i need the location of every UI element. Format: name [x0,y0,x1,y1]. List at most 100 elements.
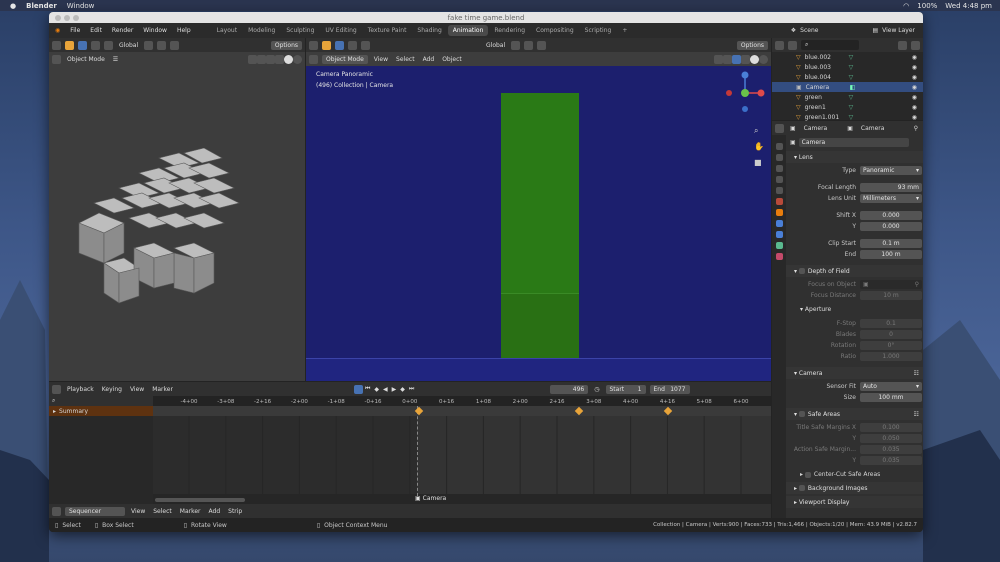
menu-keying[interactable]: Keying [100,386,124,393]
menu-view[interactable]: View [372,56,390,63]
lens-unit-dropdown[interactable]: Millimeters ▾ [860,194,922,203]
outliner-item[interactable]: ▽ green ▽ ◉ [772,92,923,102]
camera-viewport[interactable]: Global Options Object Mode View Select A… [306,38,771,381]
background-images-checkbox[interactable] [798,485,805,491]
visibility-eye-icon[interactable]: ◉ [912,84,917,91]
menu-add[interactable]: Add [421,56,437,63]
select-subtract-icon[interactable] [104,40,113,50]
view-icon[interactable] [714,54,723,64]
new-collection-icon[interactable] [911,40,920,50]
window-menu[interactable]: Window [67,2,95,10]
rotation-field[interactable]: 0° [860,341,922,350]
proportional-icon[interactable] [537,40,547,50]
seq-menu-marker[interactable]: Marker [178,508,203,515]
outliner-item[interactable]: ▽ green1 ▽ ◉ [772,102,923,112]
mesh-data-icon[interactable]: ▽ [849,114,854,121]
seq-menu-select[interactable]: Select [151,508,174,515]
modifiers-tab-icon[interactable] [775,220,783,227]
snap-icon[interactable] [157,40,167,50]
sensor-fit-dropdown[interactable]: Auto ▾ [860,382,922,391]
zoom-icon[interactable]: ⌕ [754,126,758,136]
tab-modeling[interactable]: Modeling [243,25,280,36]
select-tool-icon[interactable] [65,40,74,50]
pin-icon[interactable]: ⚲ [912,125,920,132]
app-menu[interactable]: Blender [26,2,57,10]
minimize-button[interactable] [64,15,70,21]
fstop-field[interactable]: 0.1 [860,319,922,328]
clock-icon[interactable]: ◷ [592,386,601,393]
tab-scripting[interactable]: Scripting [580,25,617,36]
select-extend-icon[interactable] [348,40,357,50]
xray-icon[interactable] [275,54,284,64]
menu-render[interactable]: Render [107,27,138,34]
clock[interactable]: Wed 4:48 pm [945,2,992,10]
render-tab-icon[interactable] [775,154,783,161]
summary-row[interactable]: ▸ Summary [49,406,153,416]
focus-distance-field[interactable]: 10 m [860,291,922,300]
shift-x-field[interactable]: 0.000 [860,211,922,220]
timeline-scrollbar[interactable] [155,498,245,502]
end-frame-field[interactable]: End 1077 [649,384,690,394]
pan-icon[interactable]: ✋ [754,142,764,151]
view-layer-name[interactable]: View Layer [880,27,917,34]
outliner[interactable]: ⌕ ▽ blue.002 ▽ ◉ ▽ blue.003 ▽ ◉ ▽ blue.004 ▽ ◉ ▣ Came… [772,38,923,121]
gizmo-icon[interactable] [257,54,266,64]
orientation-dropdown[interactable]: Global [484,42,507,49]
select-mode-icon[interactable] [335,40,344,50]
outliner-item[interactable]: ▽ blue.003 ▽ ◉ [772,62,923,72]
clip-end-field[interactable]: 100 m [860,250,922,259]
menu-select[interactable]: Select [394,56,417,63]
channel-search[interactable]: ⌕ [49,396,153,406]
current-frame-field[interactable]: 496 [550,384,589,394]
visibility-eye-icon[interactable]: ◉ [912,104,917,111]
camera-presets-icon[interactable]: ☷ [914,370,919,377]
navigation-gizmo[interactable] [721,69,769,117]
scene-tab-icon[interactable] [775,187,783,194]
menu-icon[interactable]: ☰ [111,56,120,63]
title-safe-y-field[interactable]: 0.050 [860,434,922,443]
tool-tab-icon[interactable] [775,143,783,150]
safe-areas-checkbox[interactable] [798,411,805,417]
mesh-data-icon[interactable]: ▽ [849,54,854,61]
safe-areas-presets-icon[interactable]: ☷ [914,411,919,418]
menu-help[interactable]: Help [172,27,196,34]
safe-areas-panel-header[interactable]: ▾ Safe Areas ☷ [786,408,923,420]
proportional-icon[interactable] [170,40,180,50]
camera-data-tab-icon[interactable] [775,242,783,249]
visibility-eye-icon[interactable]: ◉ [912,114,917,121]
menu-edit[interactable]: Edit [85,27,107,34]
focus-object-field[interactable]: ▣ ⚲ [860,280,922,289]
visibility-eye-icon[interactable]: ◉ [912,94,917,101]
seq-menu-add[interactable]: Add [207,508,223,515]
menu-object[interactable]: Object [440,56,464,63]
visibility-eye-icon[interactable]: ◉ [912,54,917,61]
cube-grid-model[interactable] [74,148,274,308]
object-mode-dropdown[interactable]: Object Mode [65,56,107,63]
clip-start-field[interactable]: 0.1 m [860,239,922,248]
scene-name[interactable]: Scene [798,27,820,34]
left-3d-viewport[interactable]: Global Options Object Mode ☰ [49,38,305,381]
pivot-icon[interactable] [511,40,521,50]
visibility-eye-icon[interactable]: ◉ [912,64,917,71]
object-mode-icon[interactable] [52,54,61,64]
next-key-icon[interactable]: ◆ [398,386,407,393]
camera-marker[interactable]: ▣ Camera [415,495,446,502]
size-field[interactable]: 100 mm [860,393,922,402]
texture-tab-icon[interactable] [775,253,783,260]
tab-compositing[interactable]: Compositing [531,25,579,36]
select-tool-icon[interactable] [322,40,331,50]
menu-window[interactable]: Window [138,27,172,34]
viewport-display-panel[interactable]: ▸ Viewport Display [786,496,923,508]
timeline-editor-type-icon[interactable] [52,384,61,394]
dof-panel-header[interactable]: ▾ Depth of Field [786,265,923,277]
center-cut-subpanel[interactable]: ▸ Center-Cut Safe Areas [786,469,923,480]
center-cut-checkbox[interactable] [804,471,811,478]
mesh-data-icon[interactable]: ▽ [849,74,854,81]
outliner-editor-type-icon[interactable] [775,40,784,50]
shading-solid-icon[interactable] [750,54,759,64]
menu-file[interactable]: File [65,27,85,34]
ratio-field[interactable]: 1.000 [860,352,922,361]
gizmo-icon[interactable] [723,54,732,64]
camera-toggle-icon[interactable]: ■ [754,158,762,167]
shading-solid-icon[interactable] [284,54,293,64]
